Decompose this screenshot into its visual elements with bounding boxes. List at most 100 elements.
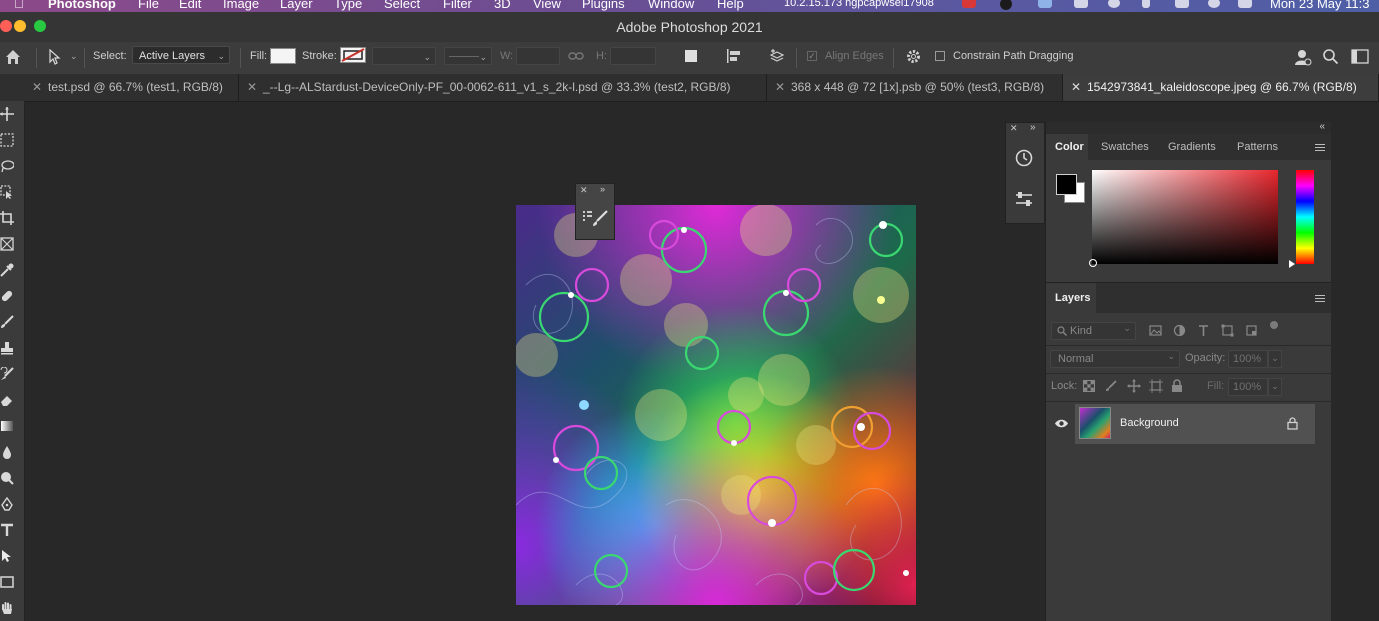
constrain-path-checkbox[interactable] xyxy=(935,51,945,61)
path-selection-tool-icon[interactable] xyxy=(0,549,14,563)
menu-plugins[interactable]: Plugins xyxy=(582,0,625,11)
menu-file[interactable]: File xyxy=(138,0,159,11)
document-tab[interactable]: ✕ _--Lg--ALStardust-DeviceOnly-PF_00-006… xyxy=(239,74,767,101)
path-selection-tool-icon[interactable] xyxy=(48,49,62,65)
marquee-tool-icon[interactable] xyxy=(0,133,14,147)
adjustments-icon[interactable] xyxy=(1014,189,1034,209)
lock-image-pixels-icon[interactable] xyxy=(1105,380,1117,392)
vpn-icon[interactable] xyxy=(1074,0,1088,8)
filter-toggle[interactable] xyxy=(1270,321,1278,329)
hue-slider[interactable] xyxy=(1289,170,1314,268)
filter-shape-layers-icon[interactable] xyxy=(1221,324,1234,337)
stroke-swatch[interactable] xyxy=(340,47,366,63)
lock-position-icon[interactable] xyxy=(1127,379,1141,393)
blur-tool-icon[interactable] xyxy=(0,445,14,459)
color-picker-cursor[interactable] xyxy=(1089,259,1097,267)
filter-type-layers-icon[interactable] xyxy=(1197,324,1210,337)
home-icon[interactable] xyxy=(4,48,22,66)
panel-menu-icon[interactable] xyxy=(1315,295,1325,303)
expand-icon[interactable]: » xyxy=(600,184,605,194)
layer-filter-dropdown[interactable]: Kind ⌄ xyxy=(1051,322,1136,340)
wifi-icon[interactable] xyxy=(1175,0,1189,8)
filter-adjustment-layers-icon[interactable] xyxy=(1173,324,1186,337)
stroke-type-dropdown[interactable]: ⌄ xyxy=(444,47,492,65)
opacity-slider-toggle[interactable]: ⌄ xyxy=(1268,350,1282,368)
width-field[interactable] xyxy=(516,47,560,65)
healing-brush-tool-icon[interactable] xyxy=(0,289,14,303)
filter-pixel-layers-icon[interactable] xyxy=(1149,324,1162,337)
status-app-icon[interactable] xyxy=(1000,0,1012,10)
history-icon[interactable] xyxy=(1014,148,1034,168)
layer-name[interactable]: Background xyxy=(1120,417,1179,429)
document-tab-active[interactable]: ✕ 1542973841_kaleidoscope.jpeg @ 66.7% (… xyxy=(1063,74,1379,101)
spotlight-icon[interactable] xyxy=(1208,0,1220,8)
bluetooth-icon[interactable] xyxy=(1142,0,1150,8)
tab-patterns[interactable]: Patterns xyxy=(1237,141,1278,153)
link-icon[interactable] xyxy=(568,51,584,61)
foreground-color-swatch[interactable] xyxy=(1056,174,1077,195)
close-tab-icon[interactable]: ✕ xyxy=(32,74,42,101)
tab-gradients[interactable]: Gradients xyxy=(1168,141,1216,153)
color-picker-field[interactable] xyxy=(1089,170,1278,267)
menubar-clock[interactable]: Mon 23 May 11:3 xyxy=(1270,0,1369,11)
tab-layers[interactable]: Layers xyxy=(1046,283,1096,313)
path-operations-icon[interactable] xyxy=(684,49,698,63)
document-tab[interactable]: ✕ 368 x 448 @ 72 [1x].psb @ 50% (test3, … xyxy=(767,74,1063,101)
type-tool-icon[interactable] xyxy=(0,523,14,537)
fill-slider-toggle[interactable]: ⌄ xyxy=(1268,378,1282,396)
lock-icon[interactable] xyxy=(1287,417,1298,430)
kaleidoscope-image[interactable] xyxy=(516,205,916,605)
path-alignment-icon[interactable] xyxy=(726,48,742,64)
lasso-tool-icon[interactable] xyxy=(0,159,14,173)
filter-smart-objects-icon[interactable] xyxy=(1245,324,1258,337)
close-tab-icon[interactable]: ✕ xyxy=(247,74,257,101)
lock-transparent-pixels-icon[interactable] xyxy=(1083,380,1095,392)
close-icon[interactable]: ✕ xyxy=(1010,123,1018,134)
hue-slider-handle[interactable] xyxy=(1289,260,1295,268)
play-icon[interactable] xyxy=(1108,0,1120,8)
lock-all-icon[interactable] xyxy=(1171,379,1183,393)
select-dropdown[interactable]: Active Layers ⌄ xyxy=(132,46,230,64)
height-field[interactable] xyxy=(610,47,656,65)
menu-view[interactable]: View xyxy=(533,0,561,11)
finder-icon[interactable] xyxy=(1038,0,1052,8)
control-center-icon[interactable] xyxy=(1238,0,1252,8)
frame-tool-icon[interactable] xyxy=(0,237,14,251)
tab-color[interactable]: Color xyxy=(1046,134,1088,160)
object-selection-tool-icon[interactable] xyxy=(0,185,14,199)
app-menu[interactable]: Photoshop xyxy=(48,0,116,11)
move-tool-icon[interactable] xyxy=(0,107,14,121)
align-edges-checkbox[interactable]: ✓ xyxy=(807,51,817,61)
menu-type[interactable]: Type xyxy=(334,0,362,11)
menu-filter[interactable]: Filter xyxy=(443,0,472,11)
brush-settings-icon[interactable] xyxy=(582,209,608,227)
collapse-icon[interactable]: « xyxy=(1319,121,1325,132)
stroke-width-field[interactable]: ⌄ xyxy=(372,47,436,65)
hand-tool-icon[interactable] xyxy=(0,601,14,615)
tab-swatches[interactable]: Swatches xyxy=(1101,141,1149,153)
gear-icon[interactable] xyxy=(905,48,922,65)
menu-window[interactable]: Window xyxy=(648,0,694,11)
menu-image[interactable]: Image xyxy=(223,0,259,11)
crop-tool-icon[interactable] xyxy=(0,211,14,225)
gradient-tool-icon[interactable] xyxy=(0,419,14,433)
lock-artboard-icon[interactable] xyxy=(1149,379,1163,393)
pen-tool-icon[interactable] xyxy=(0,497,14,511)
close-icon[interactable]: ✕ xyxy=(580,185,588,196)
opacity-field[interactable]: 100% xyxy=(1228,350,1268,368)
menu-help[interactable]: Help xyxy=(717,0,744,11)
menu-select[interactable]: Select xyxy=(384,0,420,11)
menu-layer[interactable]: Layer xyxy=(280,0,313,11)
history-brush-tool-icon[interactable] xyxy=(0,367,14,381)
expand-icon[interactable]: » xyxy=(1030,122,1036,133)
brush-tool-icon[interactable] xyxy=(0,315,14,329)
layer-row-background[interactable]: Background xyxy=(1055,404,1315,444)
record-icon[interactable] xyxy=(962,0,976,8)
workspace-icon[interactable] xyxy=(1351,49,1369,64)
tool-preset-chevron-icon[interactable]: ⌄ xyxy=(70,51,78,62)
blend-mode-dropdown[interactable]: Normal ⌄ xyxy=(1050,350,1180,368)
fill-field[interactable]: 100% xyxy=(1228,378,1268,396)
eyedropper-tool-icon[interactable] xyxy=(0,263,14,277)
menu-3d[interactable]: 3D xyxy=(494,0,511,11)
close-tab-icon[interactable]: ✕ xyxy=(1071,74,1081,101)
